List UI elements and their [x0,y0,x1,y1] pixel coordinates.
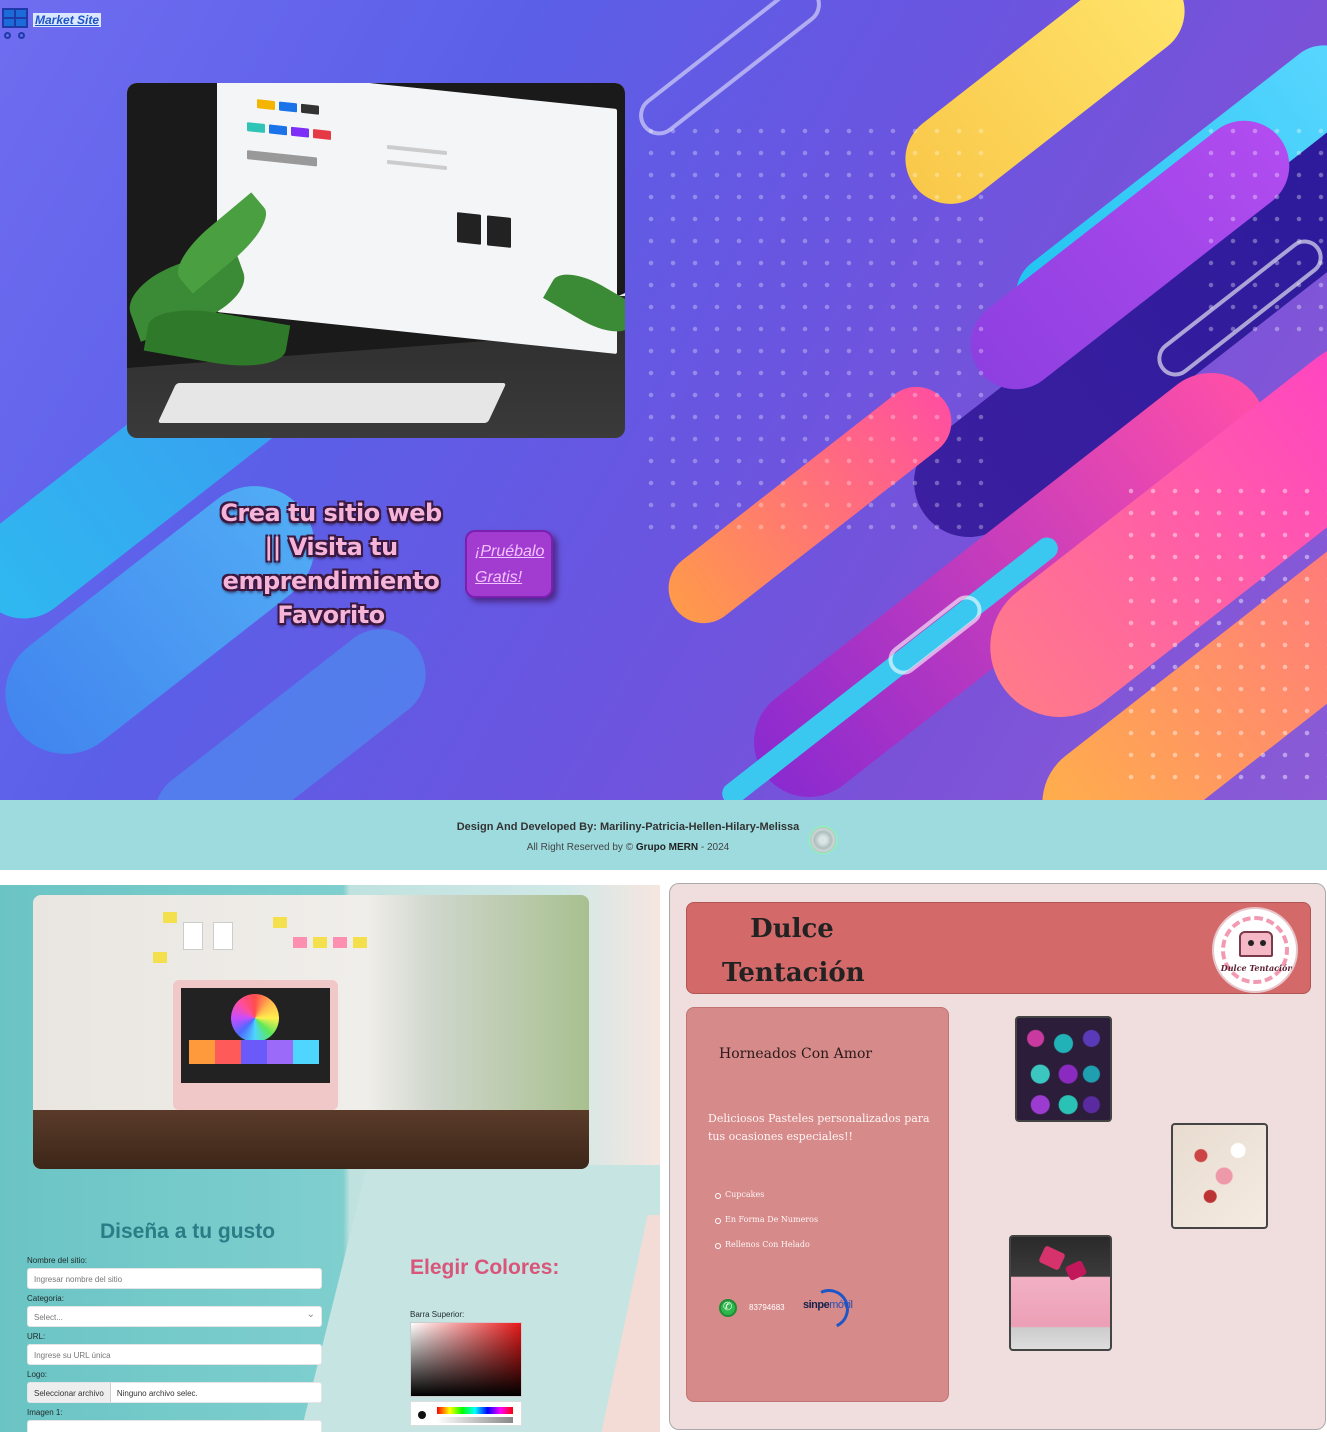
product-list: Cupcakes En Forma De Numeros Rellenos Co… [715,1190,818,1265]
hero-title: Crea tu sitio web || Visita tu emprendim… [220,499,442,629]
colors-title: Elegir Colores: [410,1256,560,1279]
hero-section: Market Site Crea tu sitio web || Visita … [0,0,1327,800]
color-picker-area[interactable] [410,1322,522,1397]
cart-icon [0,6,30,40]
image1-input[interactable] [27,1420,322,1432]
url-input[interactable]: Ingrese su URL única [27,1344,322,1365]
list-item: Cupcakes [715,1190,818,1215]
site-footer: Design And Developed By: Mariliny-Patric… [0,800,1327,870]
site-name-label: Nombre del sitio: [27,1256,88,1265]
shop-logo: Dulce Tentación [1212,907,1298,993]
logo-label: Logo: [27,1370,48,1379]
cake-icon [1239,931,1273,957]
shop-name-line2: Tentación [722,958,865,988]
decor-dots [1200,120,1327,340]
decor-dots [640,120,1000,540]
footer-badge-icon [809,826,837,854]
shop-name-line1: Dulce [750,914,834,944]
category-select[interactable]: Select... [27,1306,322,1327]
shop-description: Deliciosos Pasteles personalizados para … [708,1112,930,1143]
builder-panel: Diseña a tu gusto Nombre del sitio: Ingr… [0,885,660,1432]
movil-text: móvil [829,1299,853,1311]
footer-credits: Design And Developed By: Mariliny-Patric… [456,821,800,833]
color-preview [418,1411,426,1419]
rights-year: - 2024 [698,842,730,853]
rights-prefix: All Right Reserved by © [526,842,636,853]
shop-header: Dulce Tentación Dulce Tentación [686,902,1311,994]
file-name: Ninguno archivo selec. [116,1389,198,1398]
site-name-input[interactable]: Ingresar nombre del sitio [27,1268,322,1289]
site-logo[interactable]: Market Site [0,6,102,40]
sinpe-text: sinpe [803,1299,830,1311]
try-free-button[interactable]: ¡Pruébalo Gratis! [465,530,553,598]
footer-rights: All Right Reserved by © Grupo MERN - 202… [0,842,1256,853]
choose-file-button[interactable]: Seleccionar archivo [28,1383,111,1402]
office-image [33,895,589,1169]
cupcakes-image [1015,1016,1112,1122]
site-logo-text: Market Site [33,13,102,27]
rights-group: Grupo MERN [635,842,699,853]
builder-title: Diseña a tu gusto [100,1220,276,1243]
shop-name: Dulce Tentación [722,907,865,995]
shop-info-card: Horneados Con Amor Deliciosos Pasteles p… [686,1007,949,1402]
shop-logo-text: Dulce Tentación [1220,963,1294,973]
list-item: En Forma De Numeros [715,1215,818,1240]
hero-image [127,83,625,438]
top-bar-label: Barra Superior: [410,1310,465,1319]
butterfly-cake-image [1009,1235,1112,1351]
category-label: Categoria: [27,1294,64,1303]
number-cake-image [1171,1123,1268,1229]
hue-slider[interactable] [437,1407,513,1414]
sinpe-movil-logo: sinpemóvil [803,1283,855,1335]
url-label: URL: [27,1332,46,1341]
list-item: Rellenos Con Helado [715,1240,818,1265]
shop-preview: Dulce Tentación Dulce Tentación Horneado… [669,883,1326,1430]
color-picker-controls [410,1401,522,1426]
whatsapp-icon[interactable] [719,1299,737,1317]
decor-dots [1120,480,1327,780]
logo-file-input[interactable]: Seleccionar archivo Ninguno archivo sele… [27,1382,322,1403]
phone-number: 83794683 [749,1303,785,1312]
image1-label: Imagen 1: [27,1408,63,1417]
shop-subtitle: Horneados Con Amor [719,1046,873,1062]
alpha-slider[interactable] [437,1417,513,1423]
